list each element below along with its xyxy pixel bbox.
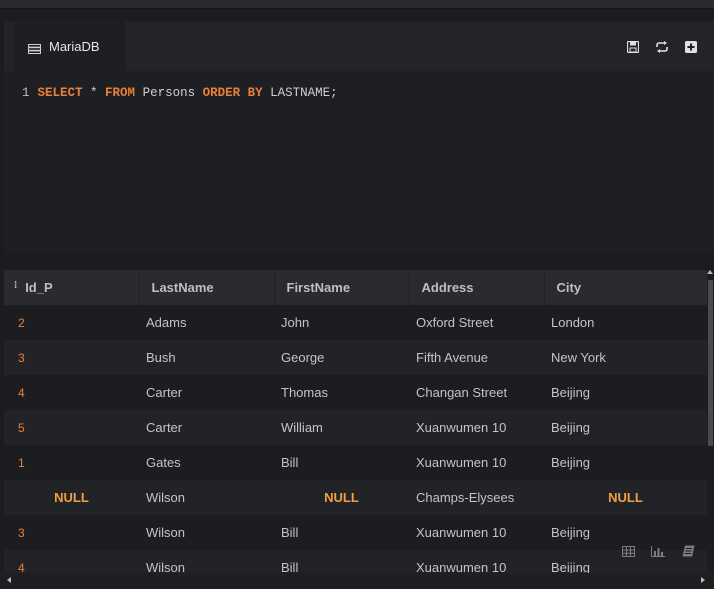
table-cell-address[interactable]: Xuanwumen 10 [409, 515, 544, 550]
column-header-city[interactable]: City [544, 270, 707, 305]
table-cell-lastname[interactable]: Bush [139, 340, 274, 375]
sql-keyword-select: SELECT [37, 86, 83, 100]
scroll-left-icon[interactable] [7, 577, 11, 583]
table-cell-id-p[interactable]: 5 [4, 410, 139, 445]
sql-keyword-order-by: ORDER BY [202, 86, 263, 100]
table-cell-id-p[interactable]: NULL [4, 480, 139, 515]
view-switcher [620, 544, 696, 558]
table-cell-address[interactable]: Xuanwumen 10 [409, 445, 544, 480]
table-cell-firstname[interactable]: Bill [274, 515, 409, 550]
tab-bar: MariaDB [4, 21, 714, 71]
table-row[interactable]: 4 Wilson Bill Xuanwumen 10 Beijing [4, 550, 707, 573]
tab-label: MariaDB [49, 38, 100, 54]
results-grid[interactable]: ⁝ Id_P LastName FirstName Address City 2A… [4, 270, 707, 573]
table-cell-id-p[interactable]: 3 [4, 515, 139, 550]
table-cell-id-p[interactable]: 4 [4, 550, 139, 573]
sql-keyword-from: FROM [105, 86, 136, 100]
add-icon[interactable] [683, 39, 698, 54]
scroll-right-icon[interactable] [701, 577, 705, 583]
table-cell-address[interactable]: Xuanwumen 10 [409, 550, 544, 573]
table-cell-id-p[interactable]: 2 [4, 305, 139, 340]
column-header-firstname[interactable]: FirstName [274, 270, 410, 305]
table-row[interactable]: 4 Carter Thomas Changan Street Beijing [4, 375, 707, 410]
column-header-address[interactable]: Address [409, 270, 545, 305]
table-cell-lastname[interactable]: Wilson [139, 480, 274, 515]
scroll-up-icon[interactable] [707, 270, 713, 274]
table-cell-firstname[interactable]: Bill [274, 550, 409, 573]
table-row[interactable]: 3 Bush George Fifth Avenue New York [4, 340, 707, 375]
table-row[interactable]: 2 Adams John Oxford Street London [4, 305, 707, 340]
save-icon[interactable] [625, 39, 640, 54]
table-cell-city[interactable]: Beijing [544, 375, 707, 410]
table-view-icon[interactable] [620, 544, 636, 558]
table-cell-address[interactable]: Changan Street [409, 375, 544, 410]
database-icon [28, 41, 41, 54]
code-line-1[interactable]: 1 SELECT * FROM Persons ORDER BY LASTNAME… [22, 86, 338, 100]
column-header-lastname[interactable]: LastName [139, 270, 275, 305]
line-number: 1 [22, 86, 30, 100]
table-cell-address[interactable]: Xuanwumen 10 [409, 410, 544, 445]
table-cell-city[interactable]: Beijing [544, 410, 707, 445]
table-cell-address[interactable]: Oxford Street [409, 305, 544, 340]
horizontal-scrollbar[interactable] [0, 573, 714, 589]
editor-toolbar [625, 39, 698, 54]
chart-view-icon[interactable] [650, 544, 666, 558]
column-header-label: Id_P [25, 280, 53, 295]
column-header-id-p[interactable]: ⁝ Id_P [4, 270, 140, 305]
table-cell-firstname[interactable]: William [274, 410, 409, 445]
table-cell-city[interactable]: New York [544, 340, 707, 375]
refresh-icon[interactable] [654, 39, 669, 54]
table-cell-firstname[interactable]: Bill [274, 445, 409, 480]
table-cell-city[interactable]: Beijing [544, 445, 707, 480]
query-editor[interactable]: MariaDB 1 SELECT * FROM Persons ORDER BY… [4, 21, 714, 253]
table-row[interactable]: NULL Wilson NULL Champs-Elysees NULL [4, 480, 707, 515]
table-cell-lastname[interactable]: Carter [139, 375, 274, 410]
vertical-scroll-thumb[interactable] [708, 280, 713, 446]
table-cell-firstname[interactable]: George [274, 340, 409, 375]
header-row: ⁝ Id_P LastName FirstName Address City [4, 270, 707, 305]
column-menu-icon[interactable]: ⁝ [14, 280, 17, 291]
sql-column-name: LASTNAME; [262, 86, 338, 100]
table-cell-id-p[interactable]: 4 [4, 375, 139, 410]
table-row[interactable]: 3 Wilson Bill Xuanwumen 10 Beijing [4, 515, 707, 550]
table-cell-address[interactable]: Fifth Avenue [409, 340, 544, 375]
results-table: ⁝ Id_P LastName FirstName Address City 2A… [4, 270, 707, 573]
table-cell-id-p[interactable]: 3 [4, 340, 139, 375]
text-view-icon[interactable] [680, 544, 696, 558]
table-cell-firstname[interactable]: John [274, 305, 409, 340]
sql-token: * [82, 86, 106, 100]
table-cell-lastname[interactable]: Gates [139, 445, 274, 480]
table-cell-firstname[interactable]: NULL [274, 480, 409, 515]
table-cell-address[interactable]: Champs-Elysees [409, 480, 544, 515]
table-cell-lastname[interactable]: Wilson [139, 515, 274, 550]
table-cell-city[interactable]: London [544, 305, 707, 340]
top-strip [0, 0, 714, 9]
table-cell-lastname[interactable]: Wilson [139, 550, 274, 573]
table-cell-firstname[interactable]: Thomas [274, 375, 409, 410]
table-row[interactable]: 1 Gates Bill Xuanwumen 10 Beijing [4, 445, 707, 480]
tab-mariadb[interactable]: MariaDB [14, 21, 125, 71]
table-cell-city[interactable]: NULL [544, 480, 707, 515]
sql-table-name: Persons [135, 86, 203, 100]
table-cell-id-p[interactable]: 1 [4, 445, 139, 480]
table-row[interactable]: 5 Carter William Xuanwumen 10 Beijing [4, 410, 707, 445]
table-cell-lastname[interactable]: Adams [139, 305, 274, 340]
table-cell-lastname[interactable]: Carter [139, 410, 274, 445]
